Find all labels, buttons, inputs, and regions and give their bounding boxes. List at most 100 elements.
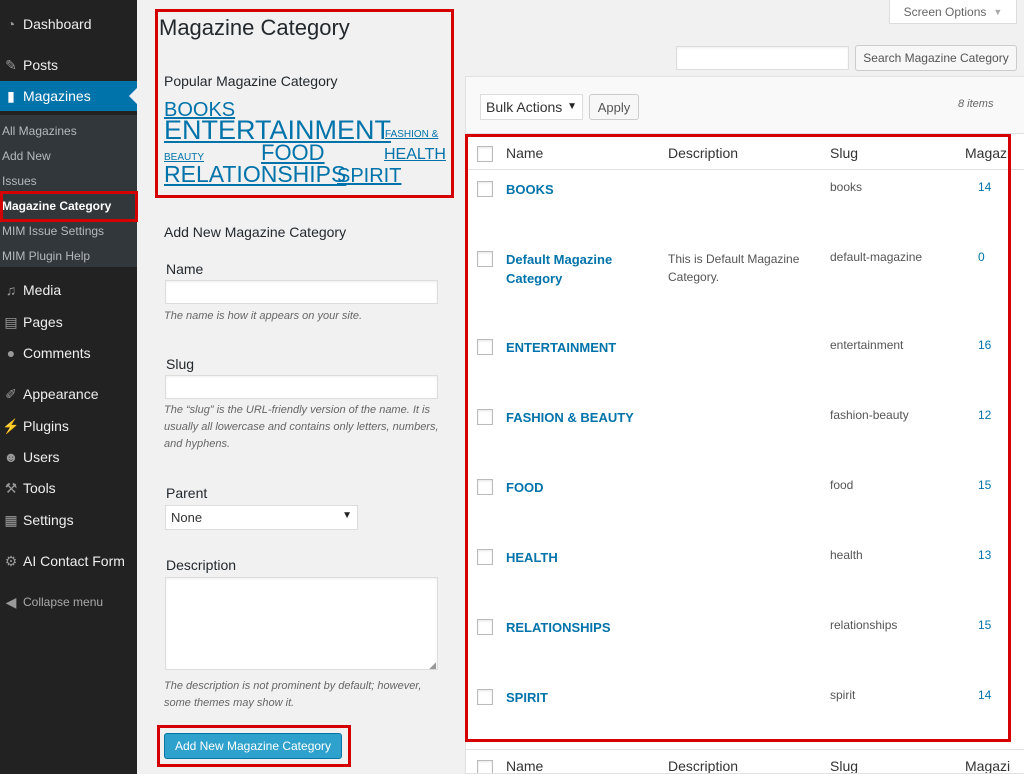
bulk-actions-value: Bulk Actions [486, 99, 563, 115]
menu-item-pages[interactable]: ▤ Pages [0, 307, 137, 337]
row-checkbox[interactable] [477, 549, 493, 565]
row-name-link[interactable]: SPIRIT [506, 688, 646, 707]
resize-handle-icon[interactable]: ◢ [429, 660, 436, 671]
row-name-link[interactable]: BOOKS [506, 180, 646, 199]
row-slug: entertainment [830, 338, 904, 352]
screen-options-button[interactable]: Screen Options ▼ [889, 0, 1017, 24]
submenu-mim-issue-settings[interactable]: MIM Issue Settings [0, 218, 137, 243]
tag-fashion-beauty-part1[interactable]: FASHION & [385, 130, 438, 140]
pages-icon: ▤ [4, 313, 18, 330]
row-count-link[interactable]: 14 [978, 688, 991, 702]
description-label: Description [166, 557, 237, 573]
table-row: Default Magazine Category This is Defaul… [466, 241, 1024, 329]
row-slug: fashion-beauty [830, 408, 909, 422]
menu-item-ai-contact-form[interactable]: ⚙ AI Contact Form [0, 546, 137, 576]
row-count-link[interactable]: 13 [978, 548, 991, 562]
slug-help: The “slug” is the URL-friendly version o… [164, 404, 439, 450]
row-description: This is Default Magazine Category. [668, 252, 800, 284]
row-slug: health [830, 548, 863, 562]
search-category-button[interactable]: Search Magazine Category [855, 45, 1017, 71]
media-icon: ♫ [5, 282, 17, 298]
bulk-actions-select[interactable]: Bulk Actions ▼ [480, 94, 583, 120]
submenu-all-magazines[interactable]: All Magazines [0, 118, 137, 143]
menu-item-users[interactable]: ☻ Users [0, 442, 137, 472]
row-checkbox[interactable] [477, 619, 493, 635]
pin-icon: ✎ [5, 56, 17, 73]
menu-item-tools[interactable]: ⚒ Tools [0, 473, 137, 503]
tag-spirit[interactable]: SPIRIT [337, 166, 401, 186]
row-count-link[interactable]: 15 [978, 618, 991, 632]
table-row: SPIRIT spirit 14 [466, 679, 1024, 749]
wrench-icon: ⚒ [4, 479, 18, 496]
column-description-header[interactable]: Description [668, 145, 738, 161]
name-label: Name [166, 261, 204, 277]
chevron-down-icon: ▼ [993, 6, 1003, 17]
book-icon: ▮ [7, 87, 15, 104]
slug-label: Slug [166, 356, 195, 372]
table-row: ENTERTAINMENT entertainment 16 [466, 329, 1024, 399]
footer-magazines-header[interactable]: Magazi [965, 758, 1010, 773]
row-checkbox[interactable] [477, 181, 493, 197]
tag-health[interactable]: HEALTH [384, 147, 446, 163]
menu-item-posts[interactable]: ✎ Posts [0, 50, 137, 80]
parent-select[interactable]: None ▼ [165, 505, 358, 530]
plug-icon: ⚡ [2, 417, 20, 434]
menu-item-settings[interactable]: ▦ Settings [0, 505, 137, 535]
row-checkbox[interactable] [477, 479, 493, 495]
submenu-magazine-category[interactable]: Magazine Category [0, 193, 137, 218]
menu-item-comments[interactable]: ● Comments [0, 338, 137, 368]
select-all-checkbox[interactable] [477, 146, 493, 162]
footer-description-header[interactable]: Description [668, 758, 738, 773]
row-name-link[interactable]: Default Magazine Category [506, 250, 646, 288]
row-checkbox[interactable] [477, 689, 493, 705]
row-name-link[interactable]: RELATIONSHIPS [506, 618, 646, 637]
table-row: RELATIONSHIPS relationships 15 [466, 609, 1024, 679]
row-checkbox[interactable] [477, 409, 493, 425]
table-row: FASHION & BEAUTY fashion-beauty 12 [466, 399, 1024, 469]
footer-slug-header[interactable]: Slug [830, 758, 858, 773]
row-count-link[interactable]: 15 [978, 478, 991, 492]
collapse-icon: ◀ [5, 593, 17, 610]
tag-relationships[interactable]: RELATIONSHIPS [164, 163, 346, 186]
row-checkbox[interactable] [477, 251, 493, 267]
column-name-header[interactable]: Name [506, 145, 543, 161]
add-new-heading: Add New Magazine Category [164, 224, 347, 240]
menu-item-plugins[interactable]: ⚡ Plugins [0, 411, 137, 441]
menu-item-appearance[interactable]: ✐ Appearance [0, 379, 137, 409]
name-input[interactable] [165, 280, 438, 304]
select-all-footer-checkbox[interactable] [477, 760, 493, 773]
menu-item-media[interactable]: ♫ Media [0, 275, 137, 305]
chevron-down-icon: ▼ [342, 510, 352, 521]
row-name-link[interactable]: ENTERTAINMENT [506, 338, 646, 357]
description-textarea[interactable]: ◢ [165, 577, 438, 670]
row-count-link[interactable]: 16 [978, 338, 991, 352]
submenu-issues[interactable]: Issues [0, 168, 137, 193]
row-slug: default-magazine [830, 250, 923, 264]
table-row: BOOKS books 14 [466, 171, 1024, 241]
add-new-category-button[interactable]: Add New Magazine Category [164, 733, 342, 759]
row-name-link[interactable]: FOOD [506, 478, 646, 497]
submenu-add-new[interactable]: Add New [0, 143, 137, 168]
column-slug-header[interactable]: Slug [830, 145, 858, 161]
row-slug: food [830, 478, 854, 492]
magazines-submenu: All Magazines Add New Issues Magazine Ca… [0, 115, 137, 267]
apply-button[interactable]: Apply [589, 94, 639, 120]
name-help: The name is how it appears on your site. [164, 310, 363, 322]
row-name-link[interactable]: HEALTH [506, 548, 646, 567]
search-input[interactable] [676, 46, 849, 70]
slug-input[interactable] [165, 375, 438, 399]
table-footer: Name Description Slug Magazi [466, 749, 1024, 773]
menu-item-dashboard[interactable]: ◔ Dashboard [0, 9, 137, 39]
menu-item-magazines[interactable]: ▮ Magazines [0, 81, 137, 111]
row-count-link[interactable]: 14 [978, 180, 991, 194]
row-name-link[interactable]: FASHION & BEAUTY [506, 408, 646, 427]
active-menu-arrow [129, 88, 137, 104]
collapse-menu-button[interactable]: ◀ Collapse menu [0, 587, 137, 617]
row-checkbox[interactable] [477, 339, 493, 355]
parent-select-value: None [171, 510, 203, 525]
row-count-link[interactable]: 0 [978, 250, 985, 264]
column-magazines-header[interactable]: Magazi [965, 145, 1010, 161]
footer-name-header[interactable]: Name [506, 758, 543, 773]
row-count-link[interactable]: 12 [978, 408, 991, 422]
submenu-mim-plugin-help[interactable]: MIM Plugin Help [0, 243, 137, 268]
